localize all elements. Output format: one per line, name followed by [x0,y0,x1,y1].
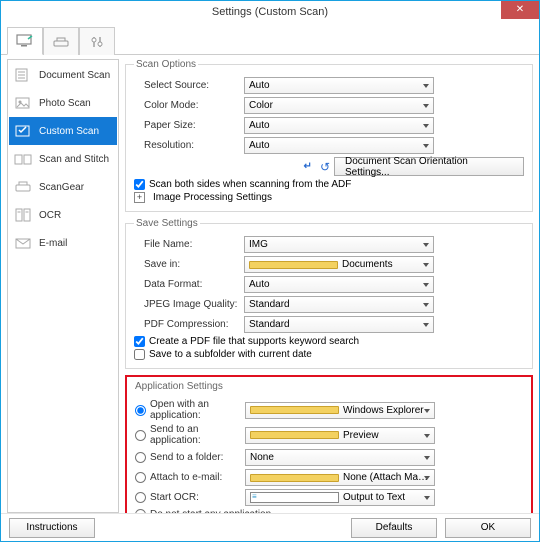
twirl-icon: ↵ [304,161,312,172]
sidebar-item-photo-scan[interactable]: Photo Scan [9,89,117,117]
folder-icon [249,261,338,269]
sidebar-item-scan-stitch[interactable]: Scan and Stitch [9,145,117,173]
paper-size-dropdown[interactable]: Auto [244,117,434,134]
save-settings-group: Save Settings File Name: IMG Save in: Do… [125,218,533,369]
color-mode-dropdown[interactable]: Color [244,97,434,114]
resolution-dropdown[interactable]: Auto [244,137,434,154]
sidebar-item-ocr[interactable]: OCR [9,201,117,229]
create-pdf-label: Create a PDF file that supports keyword … [149,336,359,347]
sidebar-item-label: Custom Scan [39,126,99,137]
reset-icon[interactable]: ↺ [320,160,330,174]
jpeg-quality-label: JPEG Image Quality: [134,299,244,310]
main: Scan Options Select Source: Auto Color M… [125,59,533,513]
sidebar-item-label: ScanGear [39,182,84,193]
scan-options-group: Scan Options Select Source: Auto Color M… [125,59,533,212]
sidebar: Document Scan Photo Scan Custom Scan Sca… [7,59,119,513]
scanner-icon [51,34,71,50]
sidebar-item-label: Scan and Stitch [39,154,109,165]
file-name-field[interactable]: IMG [244,236,434,253]
send-folder-radio[interactable] [135,452,146,463]
ok-button[interactable]: OK [445,518,531,538]
start-ocr-label: Start OCR: [150,492,199,503]
select-source-dropdown[interactable]: Auto [244,77,434,94]
application-settings-group: Application Settings Open with an applic… [125,375,533,513]
open-with-dropdown[interactable]: Windows Explorer [245,402,435,419]
send-app-dropdown[interactable]: Preview [245,427,435,444]
attach-email-dropdown[interactable]: None (Attach Manually) [245,469,435,486]
color-mode-label: Color Mode: [134,100,244,111]
expand-icon[interactable]: + [134,192,145,203]
defaults-button[interactable]: Defaults [351,518,437,538]
file-name-label: File Name: [134,239,244,250]
image-processing-label: Image Processing Settings [153,192,272,203]
photo-icon [13,95,33,111]
sidebar-item-label: OCR [39,210,61,221]
application-settings-legend: Application Settings [135,381,223,392]
open-with-radio[interactable] [135,405,146,416]
select-source-label: Select Source: [134,80,244,91]
sidebar-item-email[interactable]: E-mail [9,229,117,257]
sidebar-item-label: E-mail [39,238,67,249]
sidebar-item-label: Photo Scan [39,98,91,109]
start-ocr-radio[interactable] [135,492,146,503]
data-format-dropdown[interactable]: Auto [244,276,434,293]
tab-scan-from-computer[interactable] [7,27,43,55]
title-text: Settings (Custom Scan) [212,6,328,18]
start-ocr-dropdown[interactable]: Output to Text [245,489,435,506]
orientation-settings-button[interactable]: Document Scan Orientation Settings... [334,157,524,176]
titlebar: Settings (Custom Scan) ✕ [1,1,539,23]
custom-icon [13,123,33,139]
email-icon [13,235,33,251]
save-settings-legend: Save Settings [134,218,200,229]
ocr-icon [13,207,33,223]
attach-email-label: Attach to e-mail: [150,472,222,483]
tab-scan-from-panel[interactable] [43,27,79,55]
pdf-compression-dropdown[interactable]: Standard [244,316,434,333]
scangear-icon [13,179,33,195]
subfolder-checkbox[interactable] [134,349,145,360]
open-with-label: Open with an application: [150,399,245,421]
send-app-label: Send to an application: [150,424,245,446]
window: Settings (Custom Scan) ✕ Document Scan [0,0,540,542]
data-format-label: Data Format: [134,279,244,290]
top-tabstrip [1,23,539,55]
sidebar-item-label: Document Scan [39,70,110,81]
folder-icon [250,431,339,439]
sliders-icon [87,34,107,50]
scan-both-sides-checkbox[interactable] [134,179,145,190]
save-in-label: Save in: [134,259,244,270]
pdf-compression-label: PDF Compression: [134,319,244,330]
sidebar-item-custom-scan[interactable]: Custom Scan [9,117,117,145]
scan-both-sides-label: Scan both sides when scanning from the A… [149,179,351,190]
send-folder-label: Send to a folder: [150,452,223,463]
no-start-radio[interactable] [135,509,146,513]
scan-options-legend: Scan Options [134,59,198,70]
create-pdf-checkbox[interactable] [134,336,145,347]
instructions-button[interactable]: Instructions [9,518,95,538]
tab-general-settings[interactable] [79,27,115,55]
resolution-label: Resolution: [134,140,244,151]
document-icon [13,67,33,83]
no-start-label: Do not start any application [150,509,271,513]
folder-icon [250,474,339,482]
attach-email-radio[interactable] [135,472,146,483]
subfolder-label: Save to a subfolder with current date [149,349,312,360]
text-file-icon [250,492,339,503]
sidebar-item-document-scan[interactable]: Document Scan [9,61,117,89]
folder-icon [250,406,339,414]
close-button[interactable]: ✕ [501,1,539,19]
send-folder-dropdown[interactable]: None [245,449,435,466]
body: Document Scan Photo Scan Custom Scan Sca… [1,55,539,513]
sidebar-item-scangear[interactable]: ScanGear [9,173,117,201]
stitch-icon [13,151,33,167]
save-in-dropdown[interactable]: Documents [244,256,434,273]
bottom-bar: Instructions Defaults OK [1,513,539,541]
paper-size-label: Paper Size: [134,120,244,131]
monitor-icon [15,33,35,49]
jpeg-quality-dropdown[interactable]: Standard [244,296,434,313]
close-icon: ✕ [516,5,524,15]
send-app-radio[interactable] [135,430,146,441]
